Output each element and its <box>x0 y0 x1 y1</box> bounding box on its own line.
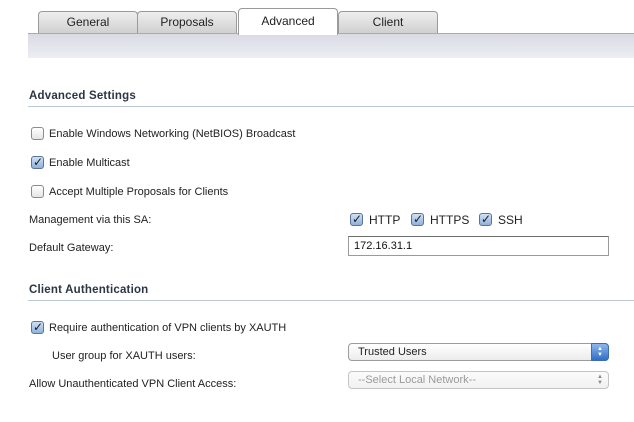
unauth-access-select[interactable]: --Select Local Network-- ▲ ▼ <box>348 371 609 389</box>
section-divider <box>28 300 634 301</box>
tab-client[interactable]: Client <box>338 11 438 34</box>
user-group-select[interactable]: Trusted Users ▲ ▼ <box>348 343 609 361</box>
unauth-access-selected: --Select Local Network-- <box>358 374 476 386</box>
management-label: Management via this SA: <box>29 214 152 226</box>
multicast-label: Enable Multicast <box>49 157 130 169</box>
checkmark-icon: ✓ <box>480 212 492 226</box>
user-group-selected: Trusted Users <box>358 346 427 358</box>
http-checkbox[interactable]: ✓ <box>350 213 363 226</box>
require-xauth-label: Require authentication of VPN clients by… <box>49 322 287 334</box>
checkmark-icon: ✓ <box>351 212 363 226</box>
https-label: HTTPS <box>430 213 470 227</box>
client-authentication-title: Client Authentication <box>29 284 149 296</box>
tab-proposals[interactable]: Proposals <box>137 11 237 34</box>
checkmark-icon: ✓ <box>32 155 44 169</box>
checkmark-icon: ✓ <box>412 212 424 226</box>
section-divider <box>28 106 634 107</box>
tab-general[interactable]: General <box>38 11 138 34</box>
updown-arrows-icon: ▲ ▼ <box>591 343 609 361</box>
https-checkbox[interactable]: ✓ <box>411 213 424 226</box>
default-gateway-input[interactable]: 172.16.31.1 <box>348 236 609 256</box>
require-xauth-checkbox[interactable]: ✓ <box>31 321 44 334</box>
checkmark-icon: ✓ <box>32 320 44 334</box>
multicast-checkbox[interactable]: ✓ <box>31 156 44 169</box>
user-group-label: User group for XAUTH users: <box>52 350 196 362</box>
multiple-proposals-label: Accept Multiple Proposals for Clients <box>49 186 229 198</box>
tab-advanced[interactable]: Advanced <box>238 8 338 35</box>
tab-content-header-band <box>28 33 634 58</box>
netbios-label: Enable Windows Networking (NetBIOS) Broa… <box>49 128 296 140</box>
updown-arrows-icon: ▲ ▼ <box>597 374 603 386</box>
ssh-label: SSH <box>498 213 523 227</box>
multiple-proposals-checkbox[interactable]: ✓ <box>31 185 44 198</box>
http-label: HTTP <box>369 213 401 227</box>
ssh-checkbox[interactable]: ✓ <box>479 213 492 226</box>
advanced-settings-title: Advanced Settings <box>29 90 136 102</box>
default-gateway-label: Default Gateway: <box>29 242 114 254</box>
unauth-access-label: Allow Unauthenticated VPN Client Access: <box>29 378 237 390</box>
netbios-checkbox[interactable]: ✓ <box>31 127 44 140</box>
